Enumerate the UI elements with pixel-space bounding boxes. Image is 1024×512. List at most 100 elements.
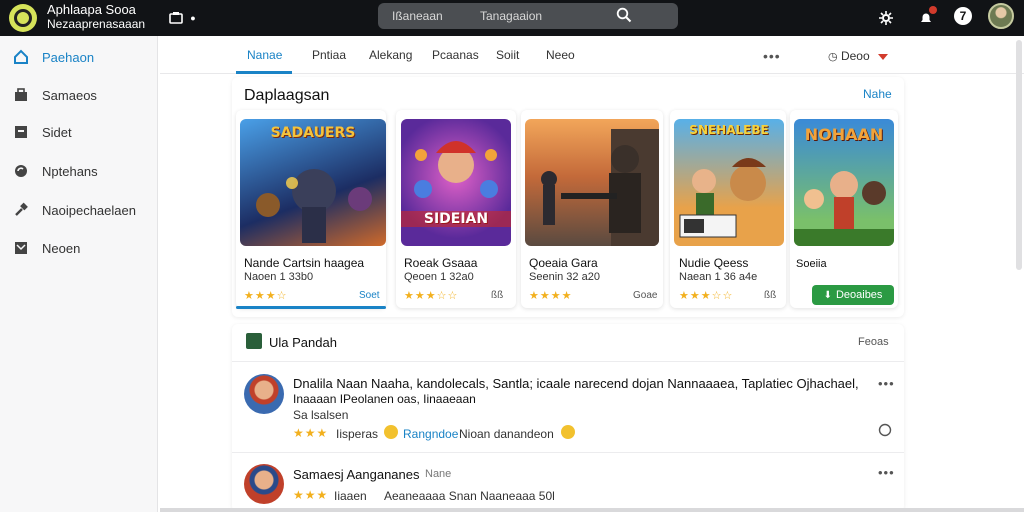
tab-soiit[interactable]: Soiit: [496, 48, 519, 62]
game-cover-image[interactable]: SADAUERS: [240, 119, 386, 246]
rating-stars: ★★★☆☆: [679, 290, 734, 302]
game-subtitle: Seenin 32 a20: [529, 271, 600, 283]
search-bar[interactable]: Ißaneaan Tanagaaion: [378, 3, 678, 29]
rating-stars: ★★★★: [529, 290, 573, 302]
sort-icon: ◷: [828, 51, 838, 63]
rating-stars: ★★★☆: [244, 290, 288, 302]
selected-card-indicator: [236, 306, 386, 309]
sidebar-item-label: Paehaon: [42, 49, 95, 65]
section-icon: [246, 333, 262, 349]
review-tag-link[interactable]: Rangndoe: [403, 427, 458, 441]
active-tab-indicator: [236, 71, 292, 74]
featured-see-all-link[interactable]: Nahe: [863, 87, 892, 101]
home-icon: [12, 48, 30, 66]
user-avatar[interactable]: [988, 3, 1014, 29]
scrollbar[interactable]: [1016, 40, 1022, 270]
review-text-line2: Inaaaan IPeolanen oas, Iinaaeaan: [293, 392, 476, 406]
cover-title-text: SIDEIAN: [401, 211, 511, 227]
sidebar-item-sidet[interactable]: Sidet: [0, 113, 158, 151]
chevron-down-icon[interactable]: [878, 54, 888, 60]
tab-alekang[interactable]: Alekang: [369, 48, 412, 62]
refresh-icon: [12, 162, 30, 180]
rating-stars: ★★★: [293, 488, 329, 502]
tab-bar: Nanae Pntiaa Alekang Pcaanas Soiit Neeo: [160, 38, 1024, 74]
store-icon: [12, 123, 30, 141]
sidebar-item-naoipechaelaen[interactable]: Naoipechaelaen: [0, 191, 158, 229]
sidebar-item-label: Naoipechaelaen: [42, 202, 136, 218]
featured-title: Daplaagsan: [244, 87, 330, 104]
game-title: Nande Cartsin haagea: [244, 256, 365, 270]
review-text: Samaesj Aangananes: [293, 467, 420, 482]
tab-nanae[interactable]: Nanae: [247, 48, 282, 62]
game-subtitle: Qeoen 1 32a0: [404, 271, 474, 283]
review-tag: Iisperas: [336, 427, 379, 441]
horizontal-scrollbar[interactable]: [160, 508, 1024, 512]
help-badge[interactable]: 7: [954, 7, 972, 25]
sidebar-item-label: Nptehans: [42, 163, 98, 179]
divider: [232, 452, 904, 453]
top-bar: Aphlaapa Sooa Nezaaprenasaaan ● Ißaneaan…: [0, 0, 1024, 36]
app-title: Aphlaapa Sooa: [47, 2, 136, 17]
tab-pntiaa[interactable]: Pntiaa: [312, 48, 346, 62]
sidebar-item-nptehans[interactable]: Nptehans: [0, 152, 158, 190]
settings-icon[interactable]: [877, 9, 895, 27]
sidebar-item-samaeos[interactable]: Samaeos: [0, 76, 158, 114]
heart-icon[interactable]: [878, 423, 892, 437]
review-author: Sa lsalsen: [293, 408, 349, 422]
emoji-icon: [561, 425, 575, 439]
review-more-button[interactable]: •••: [878, 465, 895, 480]
review-text: Dnalila Naan Naaha, kandolecals, Santla;…: [293, 376, 859, 391]
game-meta: ßß: [491, 290, 504, 301]
search-text-secondary: Tanagaaion: [480, 9, 543, 23]
search-text-primary: Ißaneaan: [392, 9, 443, 23]
game-subtitle: Naean 1 36 a4e: [679, 271, 758, 283]
game-title: Nudie Qeess: [679, 256, 749, 270]
sidebar-item-neoen[interactable]: Neoen: [0, 229, 158, 267]
dropdown-dot-icon[interactable]: ●: [184, 9, 202, 27]
reviews-more-link[interactable]: Feoas: [858, 336, 889, 348]
sidebar-item-home[interactable]: Paehaon: [0, 38, 158, 76]
rating-stars: ★★★: [293, 426, 329, 440]
sidebar-item-label: Sidet: [42, 124, 72, 140]
game-cover-image[interactable]: [525, 119, 659, 246]
review-more-button[interactable]: •••: [878, 376, 895, 391]
review-text-extra: Nane: [425, 468, 452, 480]
more-tabs-button[interactable]: •••: [763, 48, 781, 64]
game-meta: Goae: [633, 290, 658, 301]
game-title: Roeak Gsaaa: [404, 256, 478, 270]
download-icon: ⬇: [823, 289, 832, 301]
search-icon[interactable]: [616, 7, 634, 25]
news-icon: [12, 239, 30, 257]
game-subtitle: Naoen 1 33b0: [244, 271, 314, 283]
emoji-icon: [384, 425, 398, 439]
game-cover-image[interactable]: NOHAAN: [794, 119, 894, 246]
sort-label: Deoo: [840, 49, 870, 63]
notification-badge: [929, 6, 937, 14]
reviews-title: Ula Pandah: [269, 335, 337, 350]
avatar[interactable]: [244, 464, 284, 504]
download-button[interactable]: ⬇ Deoaibes: [812, 285, 894, 305]
app-subtitle: Nezaaprenasaaan: [47, 17, 146, 31]
review-tag: Iiaaen: [334, 489, 367, 503]
hammer-icon: [12, 201, 30, 219]
game-title: Qoeaia Gara: [529, 256, 598, 270]
library-icon[interactable]: [167, 9, 185, 27]
game-meta: ßß: [764, 290, 777, 301]
game-meta: Soet: [359, 290, 380, 301]
tab-neeo[interactable]: Neeo: [546, 48, 575, 62]
rating-stars: ★★★☆☆: [404, 290, 459, 302]
review-tag: Nioan danandeon: [459, 427, 554, 441]
avatar[interactable]: [244, 374, 284, 414]
app-logo-icon[interactable]: [9, 4, 37, 32]
sort-dropdown[interactable]: ◷ Deoo: [828, 49, 870, 63]
tab-pcaanas[interactable]: Pcaanas: [432, 48, 479, 62]
divider: [232, 361, 904, 362]
sidebar-item-label: Samaeos: [42, 87, 97, 103]
game-title: Soeiia: [796, 258, 827, 270]
game-cover-image[interactable]: SIDEIAN: [401, 119, 511, 246]
download-button-label: Deoaibes: [835, 289, 883, 301]
sidebar-item-label: Neoen: [42, 240, 81, 256]
bag-icon: [12, 86, 30, 104]
sidebar: Paehaon Samaeos Sidet Nptehans Naoipecha…: [0, 36, 158, 512]
game-cover-image[interactable]: SNEHALEBE: [674, 119, 784, 246]
